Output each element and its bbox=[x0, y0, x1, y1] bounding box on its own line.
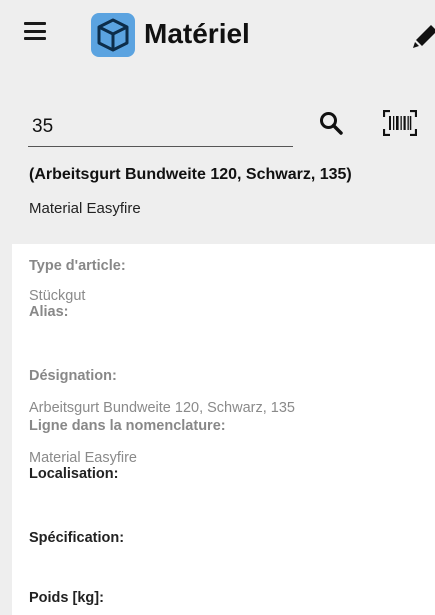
page-title: Matériel bbox=[144, 18, 250, 49]
designation-label: Désignation: bbox=[29, 368, 117, 384]
pencil-icon[interactable] bbox=[409, 18, 435, 48]
article-type-value: Stückgut bbox=[29, 288, 86, 304]
search-field[interactable] bbox=[28, 110, 293, 147]
barcode-scan-icon[interactable] bbox=[383, 110, 417, 136]
location-label: Localisation: bbox=[29, 466, 119, 482]
search-input[interactable] bbox=[28, 110, 293, 140]
search-icon[interactable] bbox=[318, 110, 344, 136]
article-summary: (Arbeitsgurt Bundweite 120, Schwarz, 135… bbox=[29, 166, 352, 183]
article-group: Material Easyfire bbox=[29, 200, 141, 217]
alias-label: Alias: bbox=[29, 304, 69, 320]
bom-line-label: Ligne dans la nomenclature: bbox=[29, 418, 226, 434]
article-type-label: Type d'article: bbox=[29, 258, 126, 274]
designation-value: Arbeitsgurt Bundweite 120, Schwarz, 135 bbox=[29, 400, 295, 416]
left-divider-strip bbox=[0, 244, 12, 615]
hamburger-menu-icon[interactable] bbox=[24, 20, 46, 42]
bom-line-value: Material Easyfire bbox=[29, 450, 137, 466]
cube-icon bbox=[91, 13, 135, 57]
specification-label: Spécification: bbox=[29, 530, 125, 546]
weight-label: Poids [kg]: bbox=[29, 590, 104, 606]
